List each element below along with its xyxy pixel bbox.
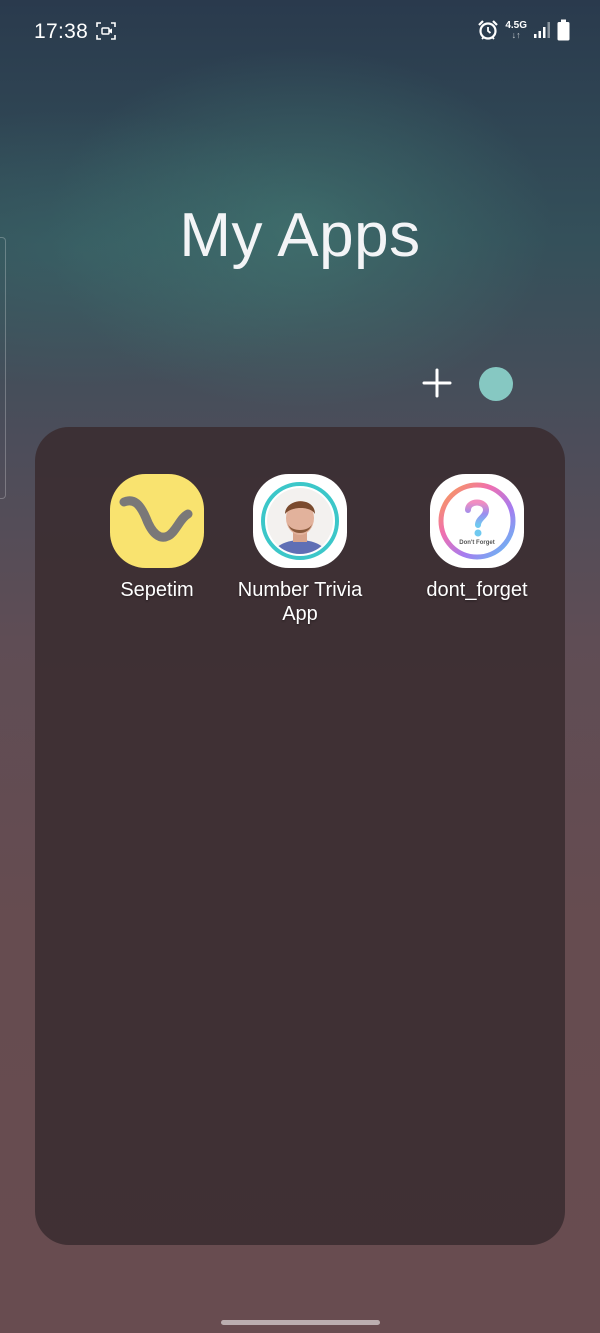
network-type-label: 4.5G (505, 19, 527, 31)
app-label: dont_forget (426, 579, 528, 601)
screen-record-icon (96, 22, 116, 40)
add-apps-button[interactable] (420, 366, 454, 400)
folder-title[interactable]: My Apps (0, 200, 600, 271)
battery-icon (557, 19, 570, 41)
signal-icon (534, 22, 550, 38)
home-gesture-bar[interactable] (221, 1320, 380, 1325)
status-bar: 17:38 4.5G ↓↑ (0, 0, 600, 62)
clock: 17:38 (34, 20, 89, 43)
dont-forget-icon-text: Don't Forget (459, 540, 494, 546)
app-label: Number Trivia App (237, 579, 363, 625)
alarm-icon (478, 20, 499, 40)
folder-panel: Sepetim Number Trivia App Don't Forget d… (35, 427, 565, 1245)
app-dont-forget[interactable]: Don't Forget dont_forget (387, 474, 567, 602)
network-activity-icon: ↓↑ (511, 29, 521, 40)
dont-forget-icon: Don't Forget (430, 474, 524, 568)
app-number-trivia[interactable]: Number Trivia App (210, 474, 390, 626)
sepetim-icon (110, 474, 204, 568)
folder-color-button[interactable] (479, 367, 513, 401)
number-trivia-icon (253, 474, 347, 568)
edge-panel-handle[interactable] (0, 237, 6, 499)
network-indicator: 4.5G ↓↑ (505, 19, 527, 40)
